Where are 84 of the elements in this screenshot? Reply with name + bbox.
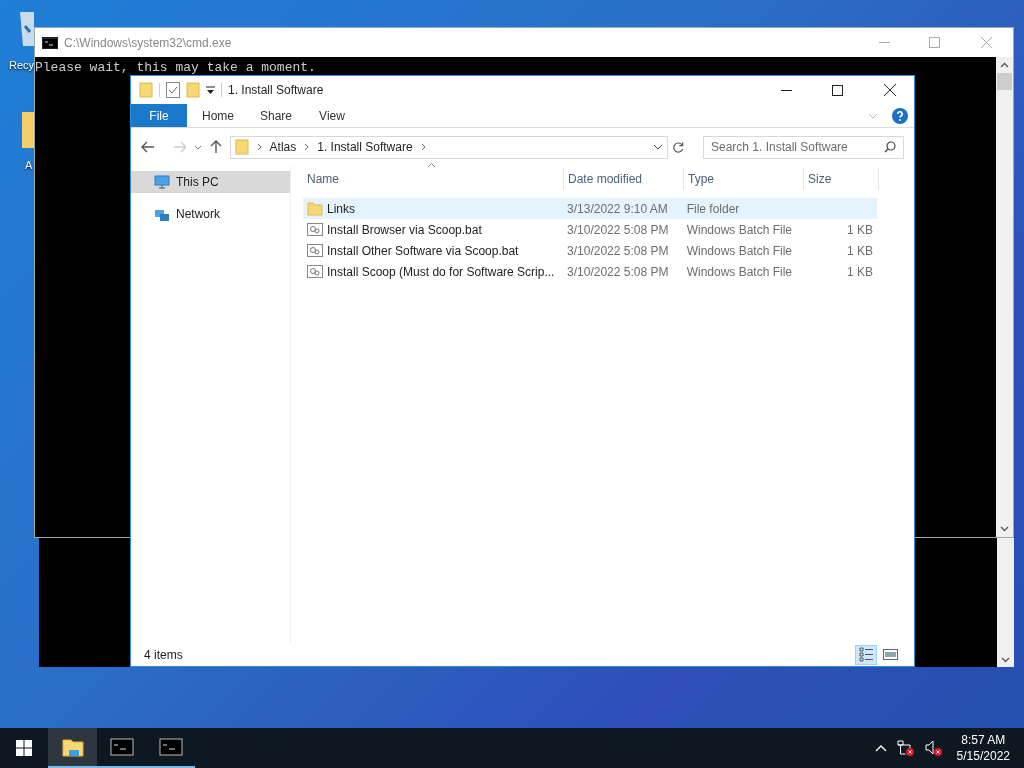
folder-icon <box>234 139 249 155</box>
batch-file-icon <box>307 243 323 258</box>
clock[interactable]: 8:57 AM 5/15/2022 <box>956 732 1010 764</box>
search-icon[interactable] <box>884 140 896 153</box>
breadcrumb[interactable]: Atlas <box>269 138 297 156</box>
date-cell: 3/10/2022 5:08 PM <box>567 264 669 279</box>
file-row[interactable]: Links 3/13/2022 9:10 AM File folder <box>303 198 877 219</box>
file-row[interactable]: Install Other Software via Scoop.bat 3/10/2022 5:08 PM Windows Batch File 1 KB <box>303 240 877 261</box>
dropdown-caret-icon[interactable] <box>653 144 664 150</box>
type-cell: Windows Batch File <box>686 222 793 237</box>
folder-icon <box>307 201 323 216</box>
back-arrow-icon[interactable] <box>141 141 155 153</box>
chevron-right-icon[interactable] <box>256 143 262 151</box>
date-cell: 3/10/2022 5:08 PM <box>567 222 669 237</box>
file-name[interactable]: Install Other Software via Scoop.bat <box>327 241 519 260</box>
close-icon[interactable] <box>884 84 896 96</box>
breadcrumb[interactable]: 1. Install Software <box>317 138 413 156</box>
terminal-icon <box>42 36 58 49</box>
batch-file-icon <box>307 264 323 279</box>
console-output: Please wait, this may take a moment. <box>35 59 316 77</box>
chevron-up-icon[interactable] <box>874 744 887 752</box>
address-bar[interactable]: Atlas 1. Install Software <box>229 135 669 159</box>
properties-icon[interactable] <box>166 82 180 98</box>
recycle-bin-icon[interactable] <box>20 10 34 48</box>
up-arrow-icon[interactable] <box>209 140 222 154</box>
sort-caret-icon[interactable] <box>427 163 436 168</box>
folder-icon[interactable] <box>60 736 85 758</box>
file-row[interactable]: Install Browser via Scoop.bat 3/10/2022 5:08 PM Windows Batch File 1 KB <box>303 219 877 240</box>
view-button[interactable] <box>855 644 877 665</box>
refresh-icon[interactable] <box>672 140 685 154</box>
scrollbar[interactable] <box>997 538 1014 667</box>
icon-label: A <box>25 158 33 172</box>
icon-label: Recy <box>9 58 35 72</box>
computer-icon <box>154 175 170 189</box>
scrollbar[interactable] <box>996 57 1013 537</box>
nav-item[interactable]: This PC <box>131 171 290 193</box>
terminal-icon[interactable] <box>158 736 183 758</box>
type-cell: Windows Batch File <box>686 243 793 258</box>
maximize-icon[interactable] <box>832 84 843 96</box>
ribbon-tab[interactable]: Home <box>187 104 245 127</box>
minimize-icon[interactable] <box>781 89 792 91</box>
preview-view-icon <box>882 647 898 662</box>
ribbon-tab[interactable]: View <box>303 104 361 127</box>
date-cell: 3/13/2022 9:10 AM <box>567 201 668 216</box>
batch-file-icon <box>307 222 323 237</box>
search-field[interactable]: Search 1. Install Software <box>703 135 904 159</box>
details-view-icon <box>858 647 874 662</box>
size-cell: 1 KB <box>847 222 873 237</box>
ribbon-tab[interactable]: Share <box>245 104 303 127</box>
window-title: 1. Install Software <box>228 82 324 99</box>
column-header[interactable]: Type <box>684 168 804 190</box>
clock-date: 5/15/2022 <box>956 748 1010 764</box>
taskbar-button[interactable] <box>48 728 97 768</box>
dropdown-icon[interactable] <box>206 86 215 94</box>
ribbon-tab[interactable]: File <box>131 104 187 127</box>
recent-caret-icon[interactable] <box>194 144 202 150</box>
file-name[interactable]: Links <box>327 199 355 218</box>
file-name[interactable]: Install Scoop (Must do for Software Scrip... <box>327 262 555 281</box>
file-row[interactable]: Install Scoop (Must do for Software Scrip... 3/10/2022 5:08 PM Windows Batch File 1 KB <box>303 261 877 282</box>
scroll-thumb[interactable] <box>997 73 1012 90</box>
windows-logo-icon[interactable] <box>16 740 32 756</box>
chevron-right-icon[interactable] <box>420 143 426 151</box>
speaker-muted-icon[interactable] <box>924 740 943 756</box>
network-icon <box>154 207 170 221</box>
size-cell: 1 KB <box>847 264 873 279</box>
column-header[interactable]: Date modified <box>564 168 684 190</box>
column-header[interactable]: Name <box>303 168 564 190</box>
date-cell: 3/10/2022 5:08 PM <box>567 243 669 258</box>
scroll-down-icon[interactable] <box>1000 526 1009 532</box>
status-text: 4 items <box>144 646 183 664</box>
network-error-icon[interactable] <box>896 740 915 756</box>
column-header[interactable]: Size <box>804 168 879 190</box>
chevron-right-icon[interactable] <box>304 143 310 151</box>
clock-time: 8:57 AM <box>961 732 1006 748</box>
terminal-icon[interactable] <box>109 736 134 758</box>
file-name[interactable]: Install Browser via Scoop.bat <box>327 220 482 239</box>
type-cell: File folder <box>686 201 740 216</box>
nav-item[interactable]: Network <box>131 203 290 225</box>
type-cell: Windows Batch File <box>686 264 793 279</box>
scroll-up-icon[interactable] <box>1000 62 1009 68</box>
size-cell: 1 KB <box>847 243 873 258</box>
help-icon[interactable] <box>892 107 908 124</box>
scroll-down-icon[interactable] <box>1001 657 1010 663</box>
window-title: C:\Windows\system32\cmd.exe <box>64 34 232 52</box>
